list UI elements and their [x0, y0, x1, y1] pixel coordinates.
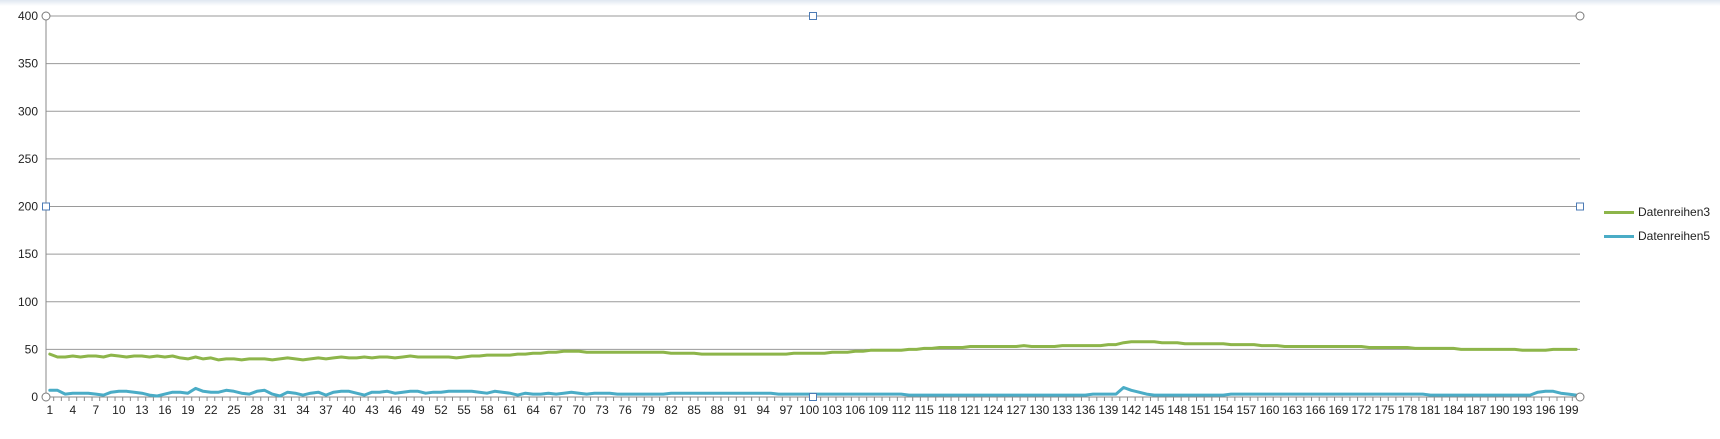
y-tick-label: 300 [18, 104, 38, 118]
x-tick-label: 193 [1512, 403, 1532, 417]
x-tick-label: 85 [687, 403, 701, 417]
x-tick-label: 94 [756, 403, 770, 417]
x-tick-label: 133 [1052, 403, 1072, 417]
x-tick-label: 184 [1443, 403, 1463, 417]
resize-handle-corner[interactable] [1575, 392, 1585, 402]
x-tick-label: 88 [710, 403, 724, 417]
x-tick-label: 112 [892, 403, 911, 417]
x-tick-label: 127 [1006, 403, 1026, 417]
x-tick-label: 145 [1144, 403, 1164, 417]
x-tick-label: 76 [618, 403, 632, 417]
y-tick-label: 0 [31, 390, 38, 404]
resize-handle-corner[interactable] [1575, 11, 1585, 21]
x-tick-label: 172 [1351, 403, 1371, 417]
x-tick-label: 169 [1328, 403, 1348, 417]
x-tick-label: 151 [1190, 403, 1210, 417]
resize-handle-edge[interactable] [809, 393, 817, 401]
legend-label-datenreihen3: Datenreihen3 [1638, 205, 1711, 219]
x-tick-label: 118 [938, 403, 957, 417]
y-tick-label: 350 [18, 57, 38, 71]
x-tick-label: 7 [93, 403, 100, 417]
y-tick-label: 100 [18, 295, 38, 309]
x-tick-label: 55 [457, 403, 471, 417]
series-line-datenreihen3 [48, 340, 1578, 362]
legend-item-datenreihen5: Datenreihen5 [1604, 224, 1710, 248]
x-tick-label: 19 [181, 403, 195, 417]
x-tick-label: 196 [1535, 403, 1555, 417]
x-tick-label: 97 [779, 403, 793, 417]
x-tick-label: 73 [595, 403, 609, 417]
y-tick-label: 150 [18, 247, 38, 261]
x-tick-label: 16 [158, 403, 172, 417]
x-tick-label: 37 [319, 403, 333, 417]
x-tick-label: 43 [365, 403, 379, 417]
x-tick-label: 178 [1397, 403, 1417, 417]
x-tick-label: 124 [983, 403, 1003, 417]
x-tick-label: 142 [1121, 403, 1141, 417]
legend-swatch-datenreihen3 [1604, 210, 1634, 214]
x-tick-label: 52 [434, 403, 448, 417]
x-tick-label: 136 [1075, 403, 1095, 417]
y-tick-label: 400 [18, 9, 38, 23]
y-tick-label: 50 [25, 342, 39, 356]
x-tick-label: 40 [342, 403, 356, 417]
x-tick-label: 154 [1213, 403, 1233, 417]
x-tick-label: 46 [388, 403, 402, 417]
legend-label-datenreihen5: Datenreihen5 [1638, 229, 1711, 243]
chart-area[interactable]: 0 50 100 150 200 250 300 350 400 1 4 7 10 13 16 19 22 25… [0, 0, 1720, 439]
x-tick-label: 67 [549, 403, 563, 417]
x-tick-label: 22 [204, 403, 218, 417]
x-tick-label: 106 [845, 403, 865, 417]
x-tick-label: 10 [112, 403, 126, 417]
x-tick-label: 61 [503, 403, 517, 417]
x-tick-label: 82 [664, 403, 678, 417]
x-tick-label: 115 [915, 403, 934, 417]
x-tick-label: 34 [296, 403, 310, 417]
x-axis-tick-labels: 1 4 7 10 13 16 19 22 25 28 31 34 37 40 43 46 49 52 55 58 61 6… [46, 403, 1578, 417]
x-tick-label: 121 [960, 403, 980, 417]
x-tick-label: 64 [526, 403, 540, 417]
legend: Datenreihen3 Datenreihen5 [1604, 200, 1710, 248]
resize-handle-corner[interactable] [41, 11, 51, 21]
x-tick-label: 4 [70, 403, 77, 417]
x-tick-label: 28 [250, 403, 264, 417]
y-tick-label: 250 [18, 152, 38, 166]
x-tick-label: 157 [1236, 403, 1256, 417]
legend-item-datenreihen3: Datenreihen3 [1604, 200, 1710, 224]
x-tick-label: 187 [1466, 403, 1486, 417]
x-tick-label: 199 [1558, 403, 1578, 417]
resize-handle-edge[interactable] [1576, 202, 1584, 211]
x-tick-label: 79 [641, 403, 655, 417]
x-tick-label: 175 [1374, 403, 1394, 417]
x-tick-label: 91 [733, 403, 747, 417]
x-tick-label: 58 [480, 403, 494, 417]
y-axis-tick-labels: 0 50 100 150 200 250 300 350 400 [18, 9, 38, 404]
x-tick-label: 100 [799, 403, 819, 417]
x-tick-label: 25 [227, 403, 241, 417]
x-tick-label: 163 [1282, 403, 1302, 417]
y-tick-label: 200 [18, 200, 38, 214]
legend-swatch-datenreihen5 [1604, 234, 1634, 238]
resize-handle-corner[interactable] [41, 392, 51, 402]
line-chart: 0 50 100 150 200 250 300 350 400 1 4 7 10 13 16 19 22 25… [18, 9, 1585, 417]
x-tick-label: 148 [1167, 403, 1187, 417]
x-tick-label: 190 [1489, 403, 1509, 417]
x-tick-label: 31 [273, 403, 287, 417]
x-tick-label: 181 [1420, 403, 1440, 417]
resize-handle-edge[interactable] [809, 12, 817, 20]
resize-handle-edge[interactable] [42, 202, 50, 211]
x-tick-label: 103 [822, 403, 842, 417]
gridlines [45, 15, 1581, 401]
x-tick-label: 130 [1029, 403, 1049, 417]
x-tick-label: 166 [1305, 403, 1325, 417]
x-tick-label: 109 [868, 403, 888, 417]
x-tick-label: 13 [135, 403, 149, 417]
x-tick-label: 70 [572, 403, 586, 417]
series-lines [48, 340, 1578, 398]
x-tick-label: 160 [1259, 403, 1279, 417]
x-tick-label: 49 [411, 403, 425, 417]
x-tick-label: 139 [1098, 403, 1118, 417]
x-tick-label: 1 [46, 403, 53, 417]
